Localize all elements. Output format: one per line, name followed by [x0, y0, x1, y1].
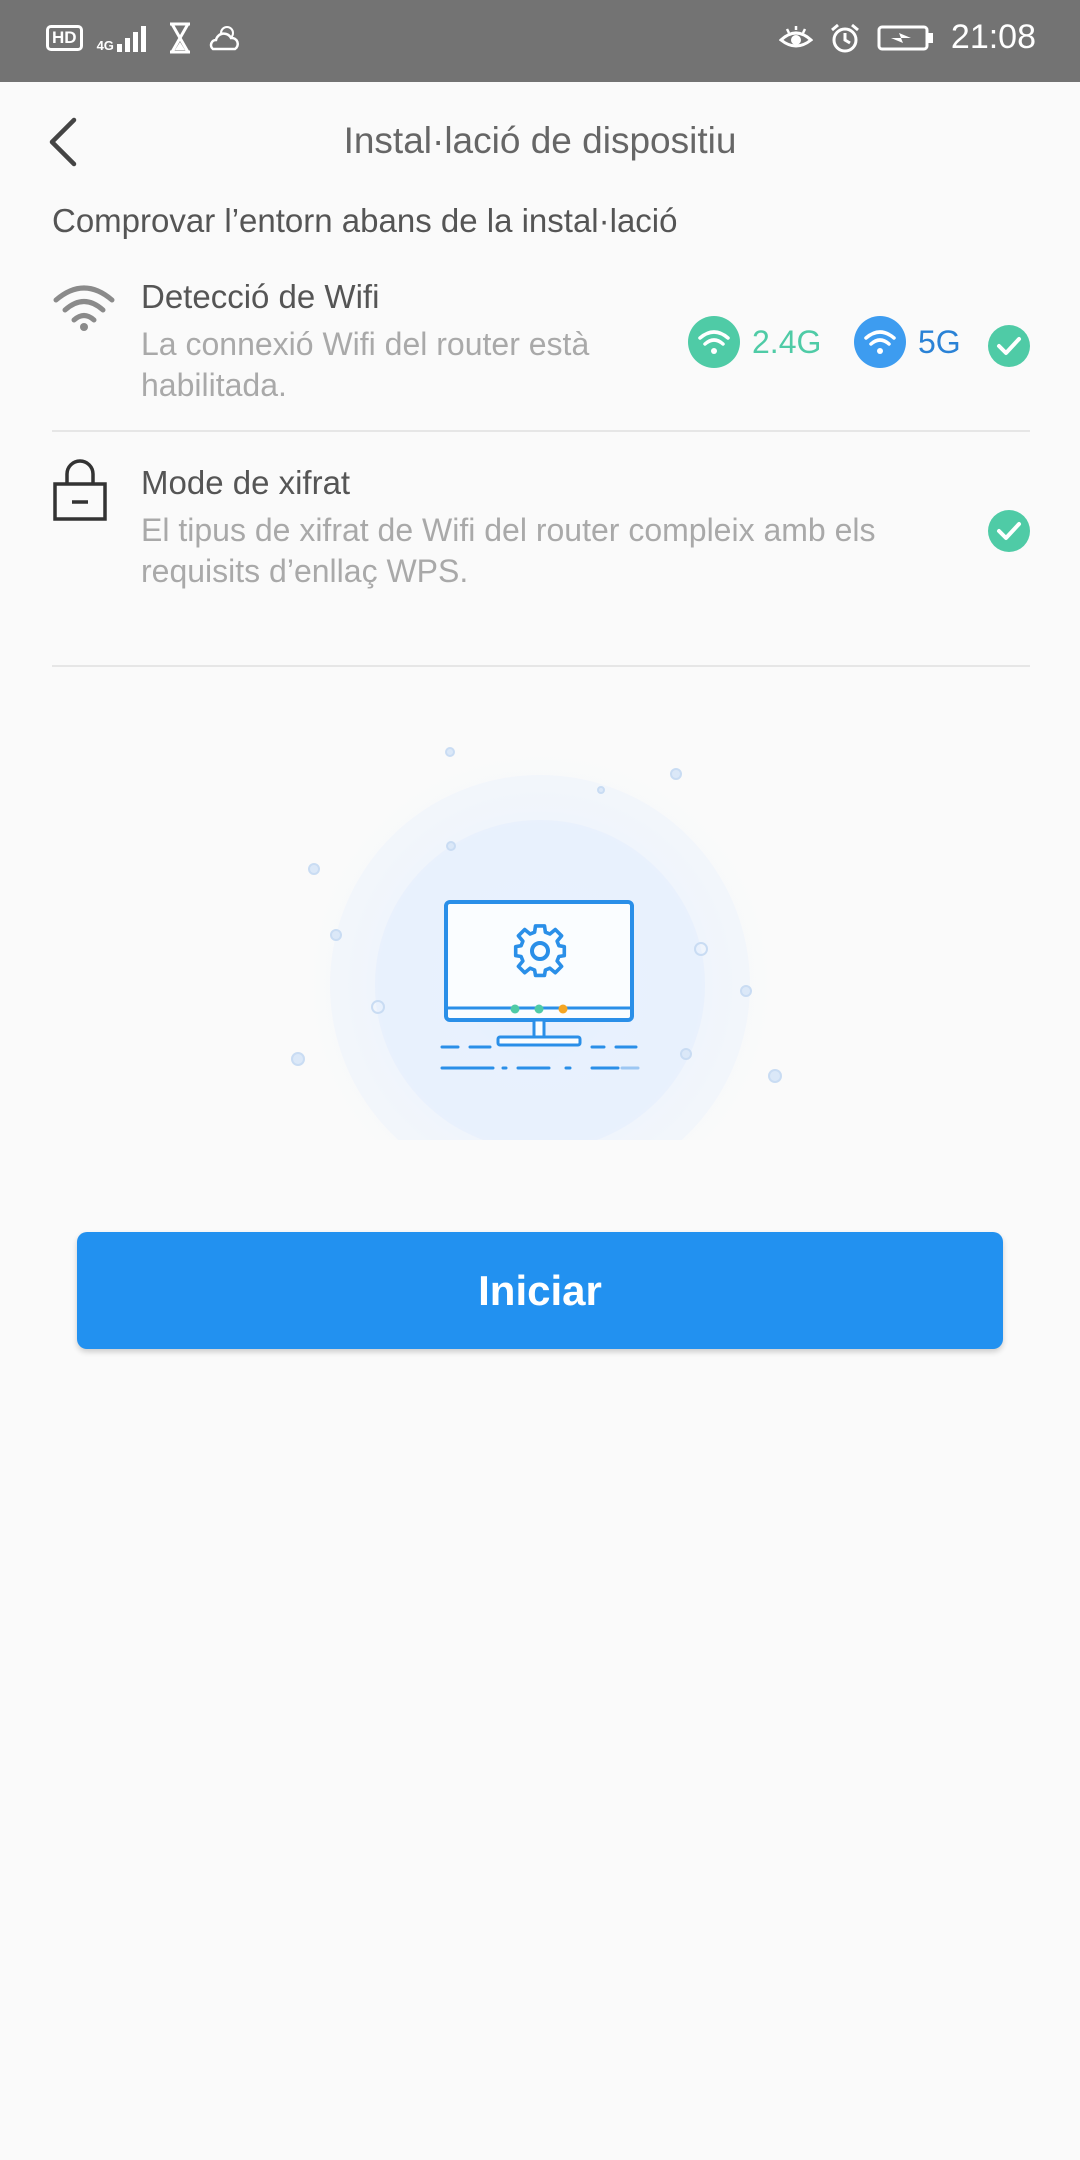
wifi-check-description: La connexió Wifi del router està habilit…: [141, 326, 590, 403]
wifi-2-4g-icon: [688, 316, 740, 368]
hourglass-icon: [169, 22, 190, 54]
weather-icon: [209, 26, 239, 51]
clock-time: 21:08: [950, 18, 1036, 56]
check-icon: [988, 325, 1030, 367]
encryption-check-description: El tipus de xifrat de Wifi del router co…: [141, 512, 876, 589]
hd-icon: HD: [46, 25, 83, 51]
page-title: Instal·lació de dispositiu: [343, 120, 737, 161]
divider: [52, 430, 1030, 432]
start-button[interactable]: Iniciar: [77, 1232, 1003, 1349]
alarm-icon: [830, 23, 859, 52]
signal-icon: 4G: [97, 24, 153, 52]
lock-icon: [53, 459, 107, 521]
band-5g-badge: 5G: [854, 316, 961, 368]
encryption-check-title: Mode de xifrat: [141, 464, 351, 501]
wifi-5g-icon: [854, 316, 906, 368]
band-2-4g-label: 2.4G: [752, 323, 822, 360]
section-title: Comprovar l’entorn abans de la instal·la…: [52, 202, 678, 239]
check-icon: [988, 510, 1030, 552]
band-5g-label: 5G: [918, 323, 961, 360]
wifi-check-row: Detecció de Wifi La connexió Wifi del ro…: [52, 272, 1030, 422]
status-bar: HD 4G 21:08: [0, 0, 1080, 82]
network-type-label: 4G: [96, 38, 114, 53]
battery-icon: [877, 25, 933, 50]
wifi-icon: [53, 285, 115, 331]
divider: [52, 665, 1030, 667]
wifi-check-title: Detecció de Wifi: [141, 278, 380, 315]
band-2-4g-badge: 2.4G: [688, 316, 821, 368]
eye-icon: [778, 25, 813, 47]
encryption-check-row: Mode de xifrat El tipus de xifrat de Wif…: [52, 458, 1030, 608]
app-header: Instal·lació de dispositiu: [0, 82, 1080, 202]
monitor-settings-icon: [290, 735, 790, 1140]
